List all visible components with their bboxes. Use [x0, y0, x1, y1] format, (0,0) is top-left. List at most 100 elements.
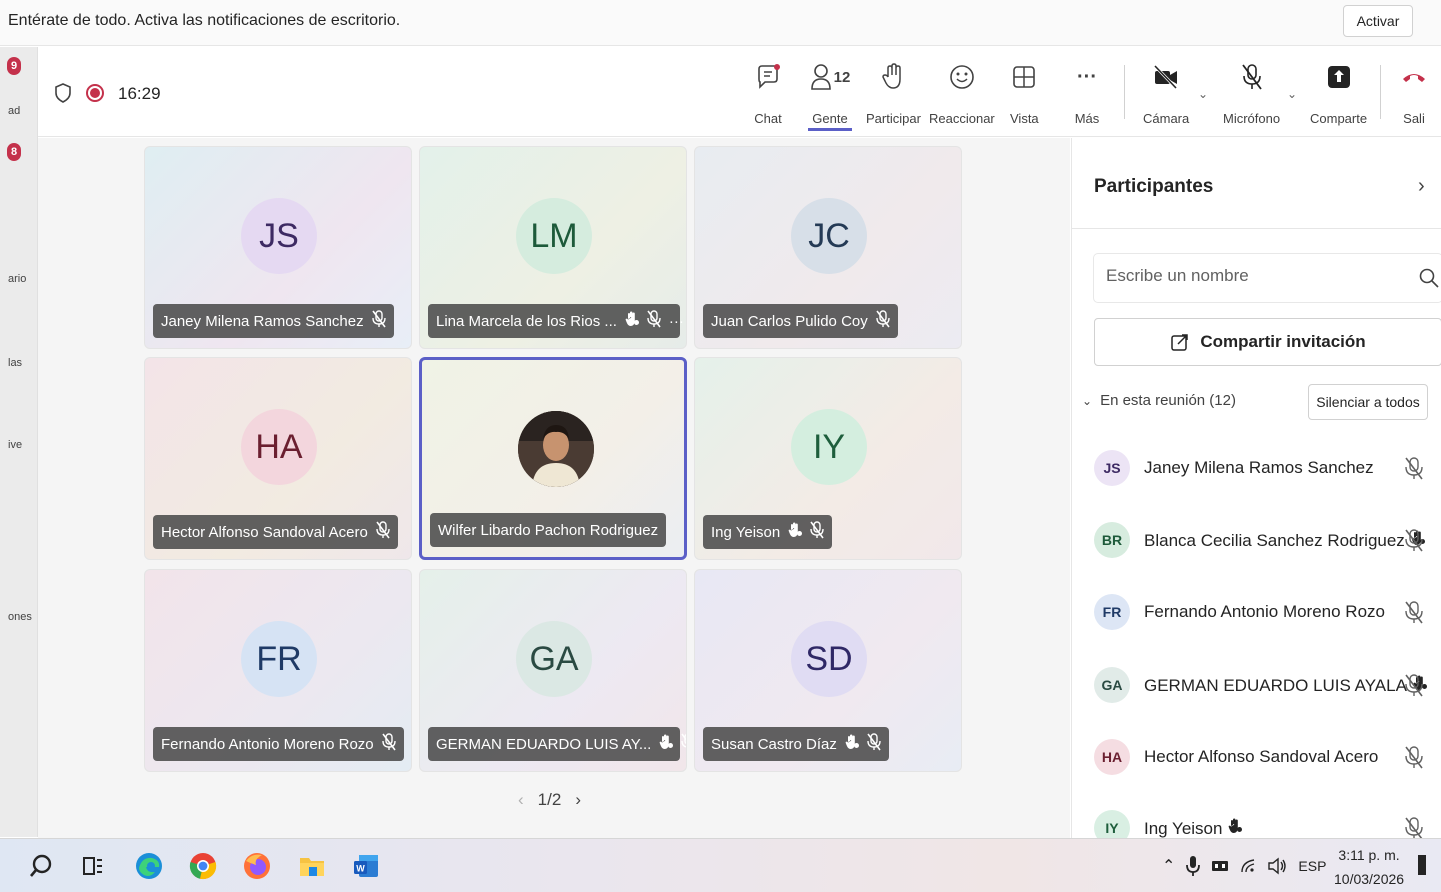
mute-all-button[interactable]: Silenciar a todos — [1308, 384, 1428, 420]
firefox-browser-icon[interactable] — [242, 851, 272, 881]
toolbar-divider — [1124, 65, 1125, 119]
raised-hand-icon — [845, 734, 859, 754]
chevron-up-icon[interactable]: ⌃ — [1162, 856, 1175, 876]
leave-button[interactable]: Sali — [1400, 61, 1428, 131]
participant-avatar: IY — [791, 409, 867, 485]
more-options-icon[interactable]: ··· — [669, 313, 684, 330]
mic-off-icon — [1238, 61, 1266, 93]
participant-avatar: SD — [791, 621, 867, 697]
participant-row[interactable]: JS Janey Milena Ramos Sanchez — [1094, 438, 1441, 498]
rail-label[interactable]: ad — [8, 105, 20, 117]
mic-muted-icon — [810, 521, 824, 543]
search-icon[interactable] — [26, 851, 56, 881]
participant-video-tile[interactable]: JC Juan Carlos Pulido Coy — [694, 146, 962, 349]
participant-video-tile[interactable]: JS Janey Milena Ramos Sanchez — [144, 146, 412, 349]
participant-video-tile[interactable]: SD Susan Castro Díaz — [694, 569, 962, 772]
camera-button[interactable]: Cámara — [1143, 61, 1189, 131]
participant-row[interactable]: FR Fernando Antonio Moreno Rozo — [1094, 582, 1441, 642]
rail-label[interactable]: ive — [8, 439, 22, 451]
participant-video-tile[interactable]: IY Ing Yeison — [694, 357, 962, 560]
volume-icon[interactable] — [1267, 857, 1287, 875]
rail-label[interactable]: ones — [8, 611, 32, 623]
participant-name: Janey Milena Ramos Sanchez — [1144, 458, 1374, 477]
participant-avatar: HA — [1094, 739, 1130, 775]
mic-muted-icon — [1404, 673, 1424, 702]
camera-off-icon — [1152, 61, 1180, 93]
view-button[interactable]: Vista — [1010, 61, 1039, 131]
in-meeting-section-toggle[interactable]: ⌄ En esta reunión (12) — [1082, 392, 1236, 409]
camera-options-chevron-icon[interactable]: ⌄ — [1198, 87, 1208, 101]
participant-name-container: Blanca Cecilia Sanchez Rodriguez — [1144, 530, 1425, 551]
activate-notifications-button[interactable]: Activar — [1343, 5, 1413, 37]
raise-hand-button[interactable]: Participar — [866, 61, 921, 131]
page-indicator: 1/2 — [537, 790, 562, 809]
hangup-icon — [1400, 61, 1428, 93]
mic-options-chevron-icon[interactable]: ⌄ — [1287, 87, 1297, 101]
share-invite-button[interactable]: Compartir invitación — [1094, 318, 1441, 366]
participant-row[interactable]: GA GERMAN EDUARDO LUIS AYALA — [1094, 655, 1441, 715]
participant-avatar: FR — [1094, 594, 1130, 630]
share-label: Comparte — [1310, 111, 1368, 126]
rail-label[interactable]: ario — [8, 273, 26, 285]
participant-video-tile[interactable]: LM Lina Marcela de los Rios ... ··· — [419, 146, 687, 349]
participant-name: Hector Alfonso Sandoval Acero — [1144, 747, 1379, 766]
participant-name: Blanca Cecilia Sanchez Rodriguez — [1144, 530, 1405, 550]
notification-center-icon[interactable] — [1418, 855, 1426, 875]
participant-name-tag: Wilfer Libardo Pachon Rodriguez — [430, 513, 667, 547]
network-adapter-icon[interactable] — [1211, 858, 1229, 874]
search-icon[interactable] — [1418, 267, 1440, 289]
close-panel-chevron-icon[interactable]: › — [1418, 175, 1425, 198]
participant-video-tile[interactable]: GA GERMAN EDUARDO LUIS AY... — [419, 569, 687, 772]
participant-avatar: GA — [516, 621, 592, 697]
more-button[interactable]: ··· Más — [1073, 61, 1101, 131]
participant-name-container: GERMAN EDUARDO LUIS AYALA — [1144, 675, 1427, 696]
notification-bar: Entérate de todo. Activa las notificacio… — [0, 0, 1441, 46]
taskbar-clock[interactable]: 3:11 p. m. 10/03/2026 — [1334, 843, 1404, 891]
mic-muted-icon — [1404, 528, 1424, 557]
previous-page-chevron-icon[interactable]: ‹ — [518, 790, 524, 810]
word-app-icon[interactable]: W — [351, 851, 381, 881]
mic-muted-icon — [647, 310, 661, 332]
share-screen-icon — [1325, 61, 1353, 93]
people-button[interactable]: 12 Gente — [808, 61, 852, 131]
participant-video-tile[interactable]: FR Fernando Antonio Moreno Rozo — [144, 569, 412, 772]
edge-browser-icon[interactable] — [134, 851, 164, 881]
file-explorer-icon[interactable] — [297, 851, 327, 881]
participant-name-container: Janey Milena Ramos Sanchez — [1144, 458, 1374, 478]
react-button[interactable]: Reaccionar — [929, 61, 995, 131]
next-page-chevron-icon[interactable]: › — [575, 790, 581, 810]
people-icon: 12 — [808, 61, 852, 93]
participant-name: GERMAN EDUARDO LUIS AYALA — [1144, 675, 1407, 695]
participant-avatar: JS — [1094, 450, 1130, 486]
wifi-icon[interactable] — [1240, 858, 1256, 874]
react-label: Reaccionar — [929, 111, 995, 126]
participant-row[interactable]: BR Blanca Cecilia Sanchez Rodriguez — [1094, 510, 1441, 570]
participant-name: Susan Castro Díaz — [711, 735, 837, 753]
participant-search-input[interactable] — [1106, 266, 1396, 286]
language-indicator[interactable]: ESP — [1298, 858, 1326, 874]
chrome-browser-icon[interactable] — [188, 851, 218, 881]
participant-name-container: Fernando Antonio Moreno Rozo — [1144, 602, 1385, 622]
clock-time: 3:11 p. m. — [1338, 847, 1400, 863]
microphone-button[interactable]: Micrófono — [1223, 61, 1280, 131]
participant-video-tile[interactable]: Wilfer Libardo Pachon Rodriguez — [419, 357, 687, 560]
rail-badge: 8 — [7, 143, 21, 161]
microphone-in-use-icon[interactable] — [1186, 855, 1201, 877]
rail-label[interactable]: las — [8, 357, 22, 369]
participant-video-tile[interactable]: HA Hector Alfonso Sandoval Acero — [144, 357, 412, 560]
participant-name: Hector Alfonso Sandoval Acero — [161, 523, 368, 541]
share-link-icon — [1171, 334, 1189, 351]
participant-search — [1094, 254, 1441, 302]
participant-name: Janey Milena Ramos Sanchez — [161, 312, 364, 330]
participant-row[interactable]: HA Hector Alfonso Sandoval Acero — [1094, 727, 1441, 787]
participant-avatar: GA — [1094, 667, 1130, 703]
mic-muted-icon — [1404, 456, 1424, 485]
mic-muted-icon — [381, 733, 396, 755]
chat-button[interactable]: Chat — [754, 61, 782, 131]
participant-name-tag: Lina Marcela de los Rios ... ··· — [428, 304, 684, 338]
participant-name-tag: Susan Castro Díaz — [703, 727, 889, 761]
share-button[interactable]: Comparte — [1310, 61, 1367, 131]
task-view-icon[interactable] — [78, 851, 108, 881]
shield-icon[interactable] — [54, 83, 72, 103]
toolbar-divider — [1380, 65, 1381, 119]
